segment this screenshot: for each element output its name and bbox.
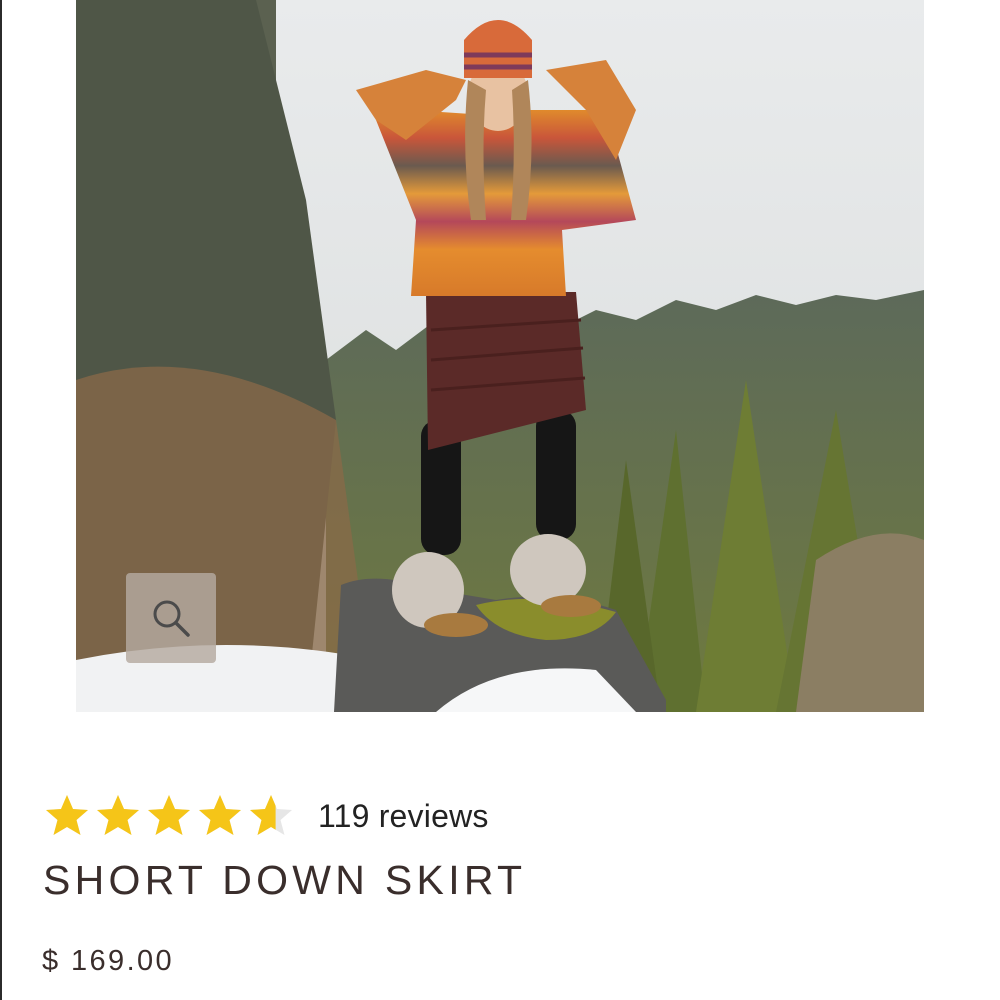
reviews-link[interactable]: 119 reviews <box>318 798 489 835</box>
star-icon <box>148 795 190 835</box>
product-price: $ 169.00 <box>42 945 175 977</box>
magnifier-icon <box>153 600 190 637</box>
zoom-button[interactable] <box>126 573 216 663</box>
product-page: 119 reviews SHORT DOWN SKIRT $ 169.00 <box>0 0 1000 1000</box>
star-rating[interactable] <box>44 793 294 839</box>
star-icon <box>97 795 139 835</box>
star-icon <box>199 795 241 835</box>
rating-row: 119 reviews <box>44 790 489 842</box>
product-title: SHORT DOWN SKIRT <box>43 857 527 903</box>
left-edge-divider <box>0 0 2 1000</box>
star-icon <box>250 795 292 835</box>
star-icon <box>46 795 88 835</box>
